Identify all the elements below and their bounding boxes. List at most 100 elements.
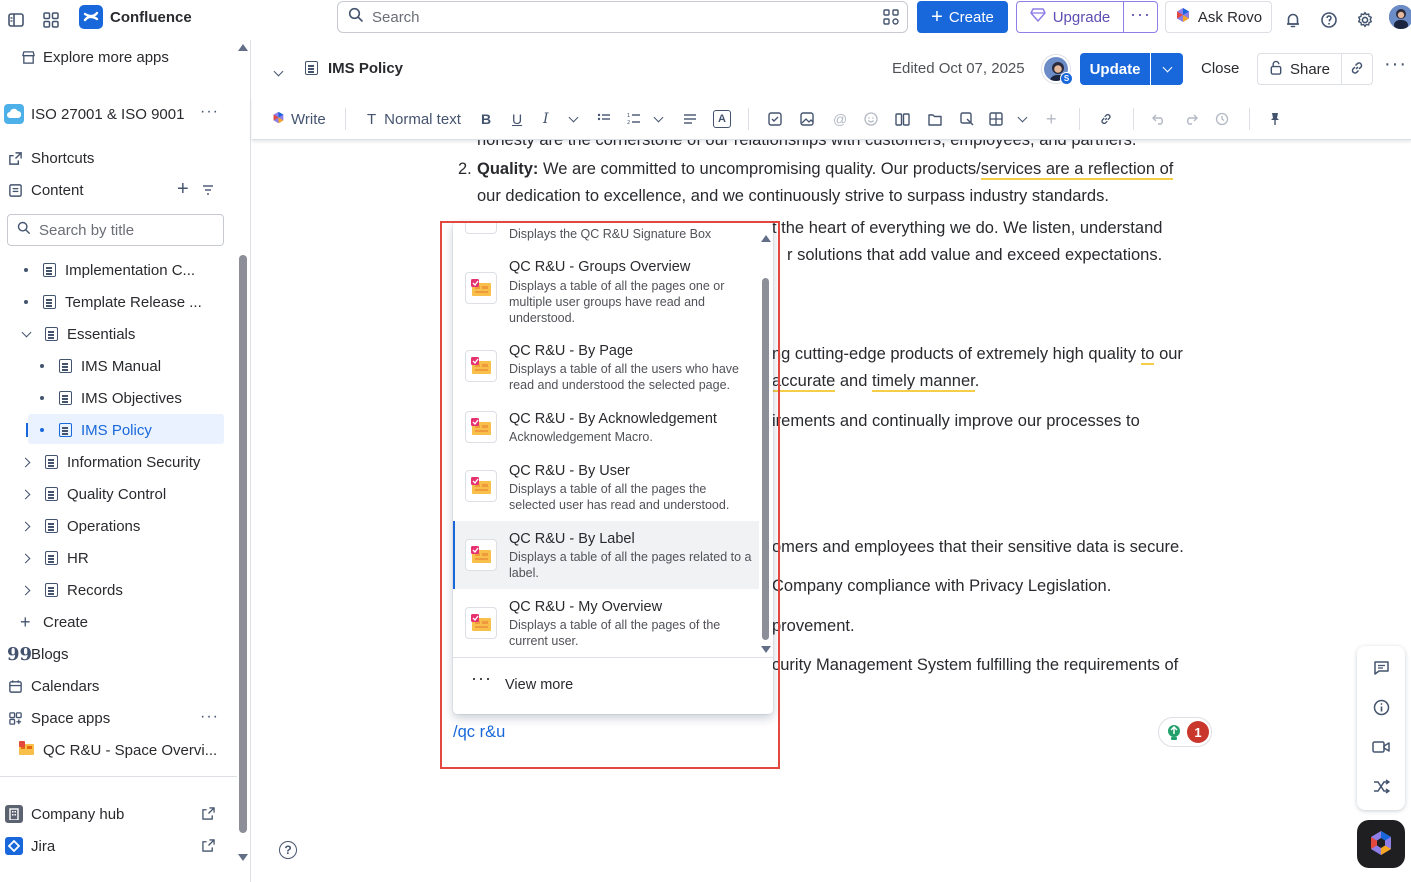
insert-macro-icon[interactable] [960,108,974,130]
expand-icon[interactable] [928,108,942,130]
redo-icon[interactable] [1184,108,1198,130]
layout-icon[interactable] [895,108,910,130]
space-app-qc-ru[interactable]: QC R&U - Space Overvi... [18,736,217,764]
tree-item-information-security[interactable]: Information Security [20,448,200,476]
chevron-right-icon[interactable] [20,585,31,595]
menu-item-by-label[interactable]: QC R&U - By Label Displays a table of al… [453,521,759,589]
pin-icon[interactable] [1269,108,1281,130]
filter-icon[interactable] [202,183,214,200]
image-icon[interactable] [800,108,814,130]
ask-rovo-button[interactable]: Ask Rovo [1165,1,1272,33]
editor-content[interactable]: honesty are the cornerstone of our relat… [252,140,1411,882]
tree-item-records[interactable]: Records [20,576,123,604]
align-icon[interactable] [683,108,697,130]
text-style-dropdown[interactable]: T Normal text [367,108,461,130]
avatar[interactable] [1389,5,1411,29]
space-apps-item[interactable]: Space apps ··· [7,704,227,732]
menu-item-groups-overview[interactable]: QC R&U - Groups Overview Displays a tabl… [453,251,759,327]
chevron-down-icon[interactable] [568,108,579,130]
filter-icon[interactable] [883,9,899,29]
italic-icon[interactable]: I [543,108,549,130]
chevron-down-icon[interactable] [273,62,284,78]
history-icon[interactable] [1215,108,1229,130]
explore-more-apps[interactable]: Explore more apps [20,43,169,71]
plus-icon[interactable]: + [1046,108,1057,130]
tree-item-hr[interactable]: HR [20,544,89,572]
comment-icon[interactable] [1371,658,1391,678]
underline-icon[interactable]: U [512,108,522,130]
link-icon[interactable] [1099,108,1113,130]
chevron-right-icon[interactable] [20,521,31,531]
tree-item-ims-policy[interactable]: IMS Policy [40,416,152,444]
company-hub-item[interactable]: Company hub [5,800,225,828]
menu-scrollbar[interactable] [762,278,769,640]
bullet-list-icon[interactable] [597,108,611,130]
gear-icon[interactable] [1351,6,1379,34]
bell-icon[interactable] [1279,6,1307,34]
external-link-icon[interactable] [202,839,215,856]
tree-item-implementation[interactable]: Implementation C... [24,256,195,284]
sidebar-scrollbar[interactable] [239,255,247,833]
chevron-right-icon[interactable] [20,489,31,499]
jira-item[interactable]: Jira [5,832,225,860]
bold-icon[interactable]: B [481,108,491,130]
numbered-list-icon[interactable]: 12 [627,108,641,130]
chevron-down-icon[interactable] [21,327,32,337]
chevron-right-icon[interactable] [20,553,31,563]
text-color-icon[interactable]: A [713,108,731,130]
create-page-item[interactable]: + Create [20,608,88,636]
sidebar-search-input[interactable]: Search by title [7,214,224,246]
emoji-icon[interactable] [864,108,878,130]
menu-item-by-page[interactable]: QC R&U - By Page Displays a table of all… [453,335,759,393]
space-header[interactable]: ISO 27001 & ISO 9001 ··· [4,100,218,128]
view-more-row[interactable]: ··· View more [453,657,773,714]
tree-item-operations[interactable]: Operations [20,512,140,540]
share-button[interactable]: Share [1257,53,1342,85]
help-icon[interactable]: ? [279,841,297,859]
menu-item-my-overview[interactable]: QC R&U - My Overview Displays a table of… [453,589,759,657]
table-icon[interactable] [989,108,1003,130]
copy-link-button[interactable] [1341,53,1373,85]
menu-item-by-user[interactable]: QC R&U - By User Displays a table of all… [453,455,759,513]
chevron-down-icon[interactable] [1017,108,1028,130]
tree-item-essentials[interactable]: Essentials [21,320,135,348]
help-icon[interactable] [1315,6,1343,34]
scroll-down-arrow[interactable] [761,646,771,653]
space-more-icon[interactable]: ··· [200,103,219,121]
content-section[interactable]: Content + [7,176,227,204]
task-icon[interactable] [768,108,782,130]
undo-icon[interactable] [1152,108,1166,130]
tree-item-quality-control[interactable]: Quality Control [20,480,166,508]
chevron-down-icon[interactable] [653,108,664,130]
update-options-button[interactable] [1151,53,1183,85]
shuffle-icon[interactable] [1371,776,1391,796]
tree-item-ims-objectives[interactable]: IMS Objectives [40,384,182,412]
update-button[interactable]: Update [1080,53,1150,85]
slash-command-text[interactable]: /qc r&u [453,723,505,742]
sidebar-toggle-icon[interactable] [2,6,30,34]
calendars-item[interactable]: Calendars [7,672,99,700]
notification-pill[interactable]: 1 [1158,717,1212,747]
global-search-input[interactable]: Search [337,1,908,33]
scroll-up-arrow[interactable] [761,235,771,242]
mention-icon[interactable]: @ [833,108,847,130]
close-button[interactable]: Close [1201,60,1239,77]
upgrade-more-button[interactable]: ··· [1123,1,1158,33]
app-switcher-icon[interactable] [37,6,65,34]
scroll-down-arrow[interactable] [238,854,248,861]
tree-item-template-release[interactable]: Template Release ... [24,288,202,316]
tree-item-ims-manual[interactable]: IMS Manual [40,352,161,380]
write-button[interactable]: Write [272,108,326,130]
blogs-item[interactable]: 99 Blogs [7,640,69,668]
more-icon[interactable]: ··· [200,708,219,726]
confluence-logo[interactable]: Confluence [79,5,192,29]
upgrade-button[interactable]: Upgrade [1016,1,1124,33]
scroll-up-arrow[interactable] [238,44,248,51]
chevron-right-icon[interactable] [20,457,31,467]
rovo-chat-button[interactable] [1357,820,1405,868]
create-button[interactable]: + Create [917,1,1008,33]
menu-item-by-acknowledgement[interactable]: QC R&U - By Acknowledgement Acknowledgem… [453,403,759,447]
video-icon[interactable] [1371,737,1391,757]
more-icon[interactable]: ··· [1384,53,1407,76]
shortcuts-item[interactable]: Shortcuts [7,144,94,172]
